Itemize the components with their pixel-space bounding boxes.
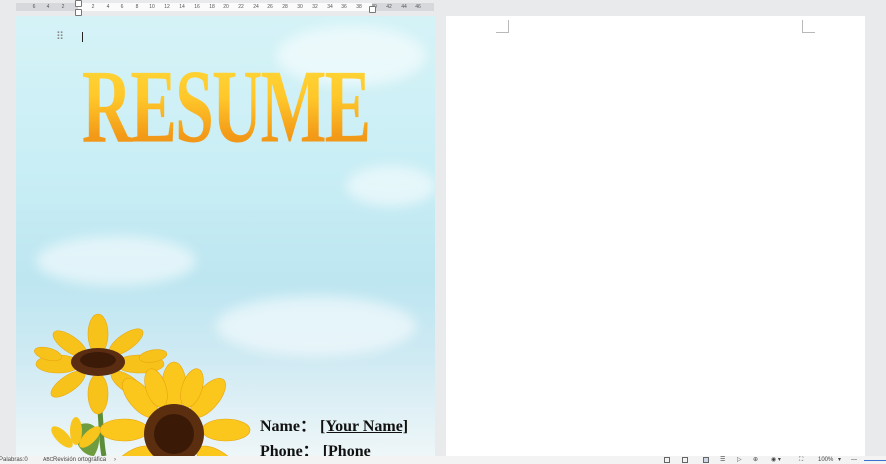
spellcheck-icon[interactable]: ABC <box>43 456 53 464</box>
text-cursor <box>82 32 83 42</box>
page-view-icon[interactable] <box>703 457 709 463</box>
right-indent-marker[interactable] <box>369 6 376 13</box>
ruler-number: 42 <box>386 4 392 10</box>
chevron-down-icon[interactable]: ▾ <box>838 456 841 464</box>
track-changes-icon[interactable] <box>682 457 688 463</box>
name-value[interactable]: [Your Name] <box>320 418 408 435</box>
zoom-out-icon[interactable]: — <box>851 456 857 464</box>
ruler-number: 4 <box>106 4 110 10</box>
ruler-number: 34 <box>327 4 333 10</box>
ruler-number: 14 <box>179 4 185 10</box>
ruler-number: 44 <box>401 4 407 10</box>
eye-icon[interactable]: ◉ ▾ <box>771 456 781 464</box>
margin-corner-mark <box>802 20 815 33</box>
ruler-number: 18 <box>209 4 215 10</box>
ruler-number: 2 <box>61 4 65 10</box>
web-layout-icon[interactable]: ☰ <box>720 456 725 464</box>
phone-label: Phone： <box>260 443 319 456</box>
outline-icon[interactable] <box>664 457 670 463</box>
document-page-2[interactable] <box>446 16 865 456</box>
status-bar: Palabras:0 ABC Revisión ortográfica › ☰ … <box>0 456 886 464</box>
globe-icon[interactable]: ⊕ <box>753 456 758 464</box>
chevron-right-icon[interactable]: › <box>114 456 116 464</box>
document-page-1[interactable]: ⠿ RESUME Name： [Your Name] Phone： [Phone <box>16 16 435 456</box>
ruler-number: 10 <box>149 4 155 10</box>
left-indent-marker[interactable] <box>75 9 82 16</box>
ruler-number: 12 <box>164 4 170 10</box>
ruler-number: 30 <box>297 4 303 10</box>
ruler-number: 46 <box>415 4 421 10</box>
name-line[interactable]: Name： [Your Name] <box>260 412 408 436</box>
ruler-number: 6 <box>120 4 124 10</box>
ruler-number: 8 <box>135 4 139 10</box>
ruler-number: 2 <box>91 4 95 10</box>
ruler-number: 6 <box>32 4 36 10</box>
ruler-number: 24 <box>253 4 259 10</box>
phone-line[interactable]: Phone： [Phone <box>260 437 371 456</box>
ruler-number: 36 <box>341 4 347 10</box>
spellcheck-status[interactable]: Revisión ortográfica <box>53 456 106 464</box>
drag-handle-icon[interactable]: ⠿ <box>56 30 64 43</box>
name-label: Name： <box>260 418 316 435</box>
margin-corner-mark <box>496 20 509 33</box>
ruler-number: 32 <box>312 4 318 10</box>
ruler-number: 28 <box>282 4 288 10</box>
word-count[interactable]: Palabras:0 <box>0 456 28 464</box>
first-line-indent-marker[interactable] <box>75 0 82 7</box>
ruler-number: 16 <box>194 4 200 10</box>
play-icon[interactable]: ▷ <box>737 456 742 464</box>
ruler-number: 20 <box>223 4 229 10</box>
ruler-number: 22 <box>238 4 244 10</box>
horizontal-ruler[interactable]: 6 4 2 2 4 6 8 10 12 14 16 18 20 22 24 26… <box>16 0 434 16</box>
phone-value[interactable]: [Phone <box>323 443 371 456</box>
resume-title[interactable]: RESUME <box>16 55 435 161</box>
zoom-level[interactable]: 100% <box>818 456 833 464</box>
zoom-slider[interactable] <box>864 460 886 461</box>
fit-screen-icon[interactable]: ⛶ <box>799 456 803 464</box>
ruler-number: 4 <box>46 4 50 10</box>
ruler-number: 38 <box>356 4 362 10</box>
ruler-number: 26 <box>267 4 273 10</box>
